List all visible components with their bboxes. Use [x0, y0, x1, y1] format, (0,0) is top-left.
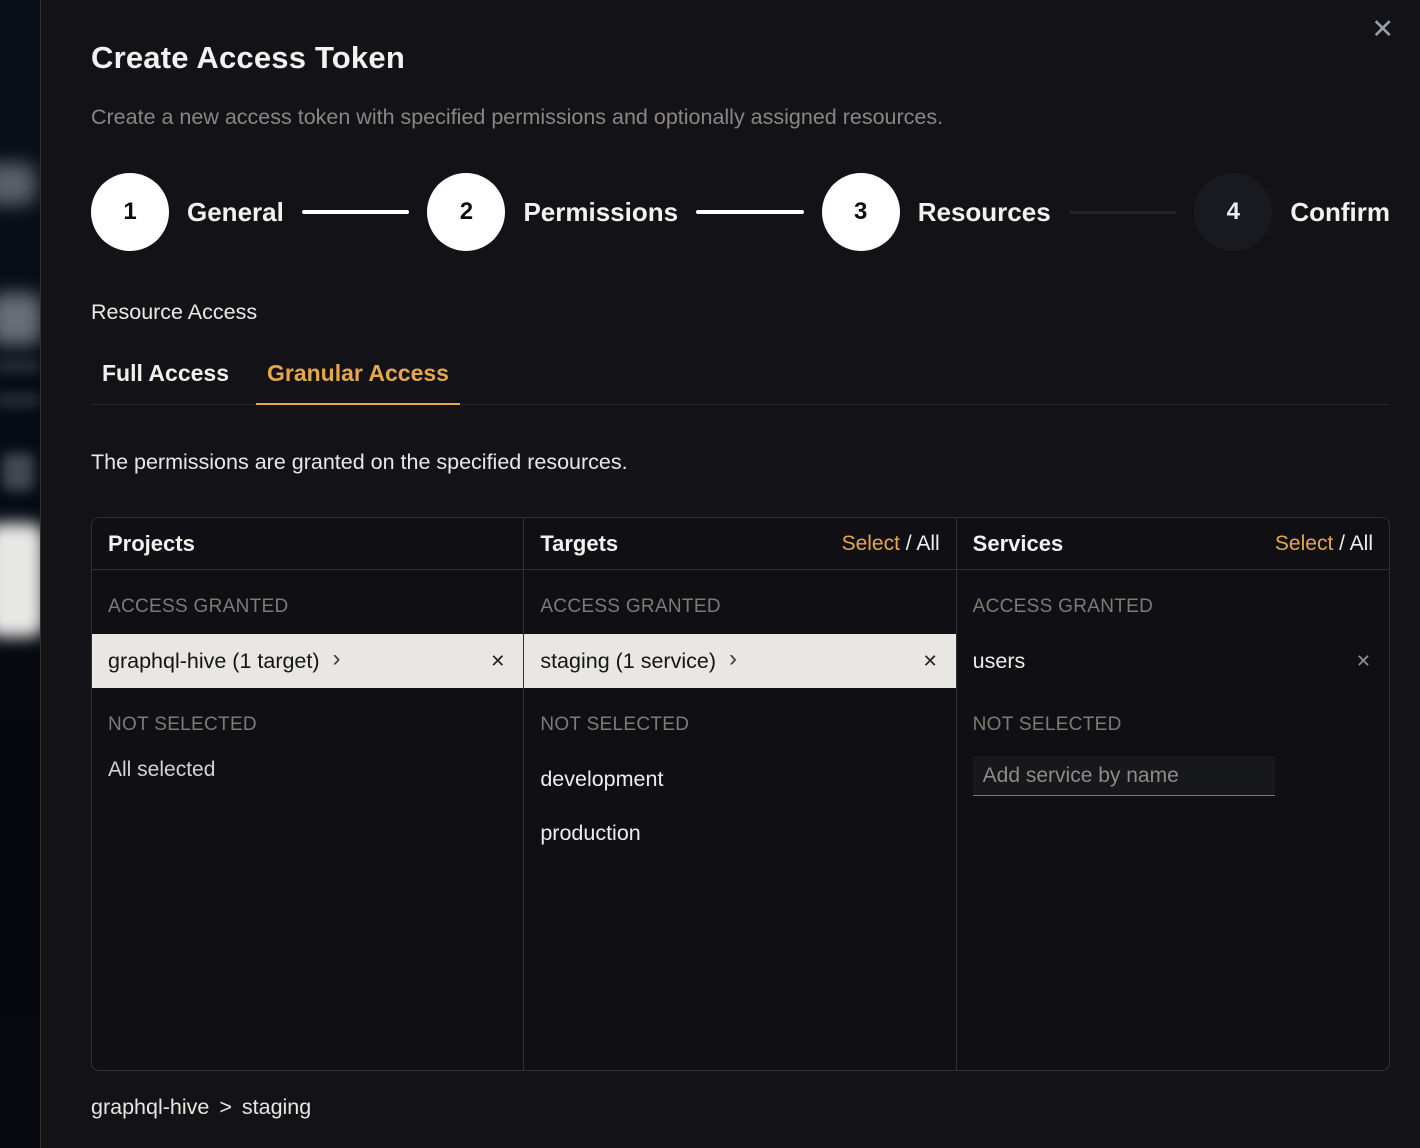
- chevron-right-icon: ›: [333, 647, 341, 671]
- target-option-production[interactable]: production: [524, 806, 955, 860]
- step-permissions-label: Permissions: [523, 197, 678, 228]
- remove-service-icon[interactable]: ✕: [1354, 647, 1373, 676]
- create-access-token-dialog: ✕ Create Access Token Create a new acces…: [40, 0, 1420, 1148]
- backdrop-blur-artifact: [0, 392, 40, 408]
- step-resources[interactable]: 3 Resources: [822, 173, 1051, 251]
- services-select-separator: /: [1333, 532, 1349, 555]
- services-column-title: Services: [973, 531, 1064, 557]
- breadcrumb-target: staging: [242, 1095, 311, 1120]
- dialog-title: Create Access Token: [91, 40, 1390, 76]
- targets-select-separator: /: [900, 532, 916, 555]
- wizard-stepper: 1 General 2 Permissions 3 Resources 4 Co…: [91, 173, 1390, 251]
- targets-column: Targets Select / All ACCESS GRANTED stag…: [524, 518, 956, 1070]
- targets-select-link[interactable]: Select: [842, 532, 900, 555]
- remove-project-icon[interactable]: ✕: [488, 647, 507, 676]
- backdrop-blur-artifact: [0, 523, 40, 637]
- granted-target-name: staging (1 service): [540, 649, 716, 674]
- backdrop-blur-artifact: [2, 453, 34, 491]
- resource-access-tabs: Full Access Granular Access: [91, 352, 1390, 405]
- chevron-right-icon: ›: [729, 647, 737, 671]
- targets-access-granted-label: ACCESS GRANTED: [524, 570, 955, 634]
- step-permissions[interactable]: 2 Permissions: [427, 173, 678, 251]
- dialog-description: Create a new access token with specified…: [91, 104, 1390, 130]
- close-button[interactable]: ✕: [1365, 10, 1400, 49]
- granted-project-name: graphql-hive (1 target): [108, 649, 320, 674]
- granted-service-name: users: [973, 649, 1026, 674]
- granted-project-row[interactable]: graphql-hive (1 target) › ✕: [92, 634, 523, 688]
- add-service-input[interactable]: [973, 756, 1275, 796]
- projects-access-granted-label: ACCESS GRANTED: [92, 570, 523, 634]
- step-general-number: 1: [91, 173, 169, 251]
- breadcrumb: graphql-hive > staging: [91, 1095, 1390, 1120]
- backdrop-blur-artifact: [0, 163, 36, 205]
- services-column-header: Services Select / All: [957, 518, 1389, 570]
- granular-access-note: The permissions are granted on the speci…: [91, 449, 1390, 475]
- targets-column-header: Targets Select / All: [524, 518, 955, 570]
- services-all-link[interactable]: All: [1350, 532, 1373, 555]
- remove-target-icon[interactable]: ✕: [921, 647, 940, 676]
- backdrop-blur-artifact: [0, 293, 40, 345]
- services-not-selected-label: NOT SELECTED: [957, 688, 1389, 752]
- background-page: [0, 0, 40, 1148]
- step-resources-label: Resources: [918, 197, 1051, 228]
- projects-column: Projects ACCESS GRANTED graphql-hive (1 …: [92, 518, 524, 1070]
- targets-column-title: Targets: [540, 531, 618, 557]
- projects-not-selected-label: NOT SELECTED: [92, 688, 523, 752]
- targets-select-all: Select / All: [842, 532, 940, 556]
- breadcrumb-separator: >: [219, 1095, 232, 1120]
- backdrop-blur-artifact: [0, 358, 40, 374]
- services-column: Services Select / All ACCESS GRANTED use…: [957, 518, 1389, 1070]
- close-icon: ✕: [1371, 14, 1394, 45]
- projects-column-header: Projects: [92, 518, 523, 570]
- step-confirm[interactable]: 4 Confirm: [1194, 173, 1390, 251]
- resource-selector-table: Projects ACCESS GRANTED graphql-hive (1 …: [91, 517, 1390, 1071]
- step-connector: [302, 210, 410, 214]
- step-resources-number: 3: [822, 173, 900, 251]
- projects-all-selected-note: All selected: [92, 752, 523, 782]
- step-permissions-number: 2: [427, 173, 505, 251]
- step-connector: [696, 210, 804, 214]
- granted-target-row[interactable]: staging (1 service) › ✕: [524, 634, 955, 688]
- tab-granular-access[interactable]: Granular Access: [256, 352, 460, 405]
- breadcrumb-project: graphql-hive: [91, 1095, 209, 1120]
- resource-access-heading: Resource Access: [91, 299, 1390, 325]
- step-confirm-label: Confirm: [1290, 197, 1390, 228]
- services-access-granted-label: ACCESS GRANTED: [957, 570, 1389, 634]
- targets-not-selected-label: NOT SELECTED: [524, 688, 955, 752]
- targets-all-link[interactable]: All: [916, 532, 939, 555]
- step-connector: [1069, 211, 1177, 214]
- services-select-all: Select / All: [1275, 532, 1373, 556]
- granted-service-row: users ✕: [957, 634, 1389, 688]
- step-general-label: General: [187, 197, 284, 228]
- target-option-development[interactable]: development: [524, 752, 955, 806]
- step-general[interactable]: 1 General: [91, 173, 284, 251]
- step-confirm-number: 4: [1194, 173, 1272, 251]
- services-select-link[interactable]: Select: [1275, 532, 1333, 555]
- projects-column-title: Projects: [108, 531, 195, 557]
- tab-full-access[interactable]: Full Access: [91, 352, 240, 405]
